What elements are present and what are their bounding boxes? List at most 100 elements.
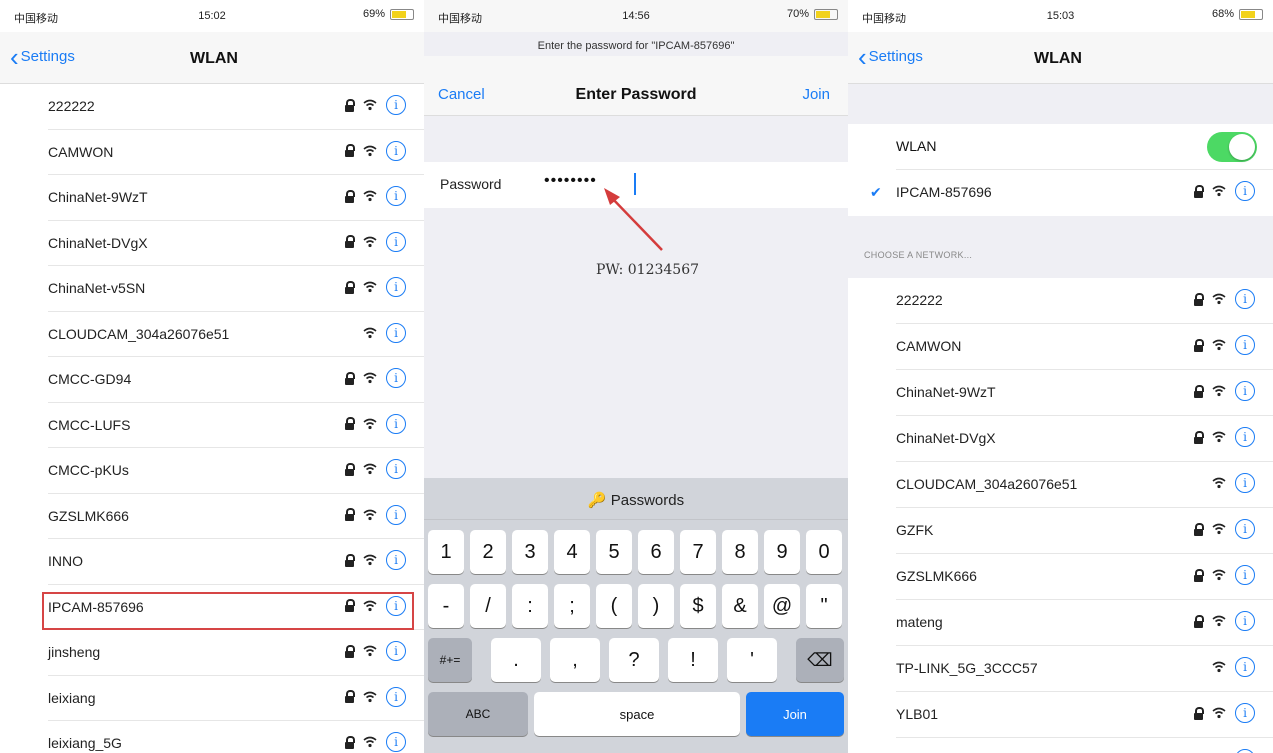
key-symbol[interactable]: & (722, 584, 758, 628)
network-row[interactable]: ChinaNet-v5SN i (0, 266, 424, 312)
wlan-toggle[interactable] (1207, 132, 1257, 162)
network-row[interactable]: GZSLMK666 i (0, 494, 424, 539)
network-row[interactable]: CMCC-GD94 i (0, 357, 424, 403)
network-row[interactable]: CLOUDCAM_304a26076e51 i (848, 462, 1273, 508)
info-icon[interactable]: i (386, 95, 406, 115)
network-row[interactable]: GZFK i (848, 508, 1273, 554)
network-row[interactable]: ZHTELi (848, 738, 1273, 753)
passwords-bar[interactable]: 🔑 Passwords (424, 478, 848, 520)
network-name: ChinaNet-9WzT (896, 384, 996, 400)
network-row[interactable]: CMCC-pKUs i (0, 448, 424, 494)
key-6[interactable]: 6 (638, 530, 674, 574)
network-row[interactable]: YLB01 i (848, 692, 1273, 738)
key-punctuation[interactable]: ! (668, 638, 718, 682)
info-icon[interactable]: i (386, 231, 406, 252)
key-punctuation[interactable]: ' (727, 638, 777, 682)
key-1[interactable]: 1 (428, 530, 464, 574)
info-icon[interactable]: i (1235, 565, 1255, 585)
info-icon[interactable]: i (1235, 657, 1255, 677)
key-8[interactable]: 8 (722, 530, 758, 574)
key-icon: 🔑 (587, 492, 607, 509)
info-icon[interactable]: i (1235, 381, 1255, 401)
info-icon[interactable]: i (386, 186, 406, 206)
back-button[interactable]: ‹ Settings (10, 44, 75, 70)
info-icon[interactable]: i (386, 504, 406, 525)
key-punctuation[interactable]: . (491, 638, 541, 682)
network-row[interactable]: jinsheng i (0, 630, 424, 676)
key-9[interactable]: 9 (764, 530, 800, 574)
key-symbol[interactable]: ) (638, 584, 674, 628)
info-icon[interactable]: i (386, 277, 406, 297)
network-row[interactable]: 222222 i (0, 84, 424, 130)
info-icon[interactable]: i (386, 641, 406, 661)
checkmark-icon: ✔ (870, 184, 882, 200)
key-punctuation[interactable]: , (550, 638, 600, 682)
network-row[interactable]: CMCC-LUFS i (0, 403, 424, 448)
network-row[interactable]: GZSLMK666 i (848, 554, 1273, 600)
info-icon[interactable]: i (386, 140, 406, 161)
network-name: ChinaNet-9WzT (48, 189, 148, 205)
info-icon[interactable]: i (386, 322, 406, 343)
navigation-bar: ‹ Settings WLAN (848, 32, 1273, 84)
info-icon[interactable]: i (386, 413, 406, 434)
key-5[interactable]: 5 (596, 530, 632, 574)
network-row[interactable]: ChinaNet-9WzT i (848, 370, 1273, 416)
network-row[interactable]: CLOUDCAM_304a26076e51 i (0, 312, 424, 357)
key-symbol[interactable]: ( (596, 584, 632, 628)
info-icon[interactable]: i (386, 686, 406, 707)
key-symbol[interactable]: @ (764, 584, 800, 628)
status-bar: 中国移动 15:02 69% (0, 0, 424, 32)
info-icon[interactable]: i (386, 732, 406, 752)
key-7[interactable]: 7 (680, 530, 716, 574)
password-annotation: PW: 01234567 (596, 262, 700, 278)
wifi-icon (1212, 661, 1226, 673)
key-symbol[interactable]: / (470, 584, 506, 628)
info-icon[interactable]: i (1235, 611, 1255, 631)
key-2[interactable]: 2 (470, 530, 506, 574)
key-symbol[interactable]: : (512, 584, 548, 628)
info-icon[interactable]: i (1235, 289, 1255, 309)
network-row[interactable]: mateng i (848, 600, 1273, 646)
key-4[interactable]: 4 (554, 530, 590, 574)
info-icon[interactable]: i (386, 368, 406, 388)
abc-key[interactable]: ABC (428, 692, 528, 736)
key-symbol[interactable]: - (428, 584, 464, 628)
info-icon[interactable]: i (386, 550, 406, 570)
network-row[interactable]: ChinaNet-DVgX i (0, 221, 424, 266)
symbols-mode-key[interactable]: #+= (428, 638, 472, 682)
info-icon[interactable]: i (386, 459, 406, 479)
network-name: CLOUDCAM_304a26076e51 (48, 325, 230, 342)
network-row[interactable]: CAMWON i (848, 324, 1273, 370)
back-button[interactable]: ‹ Settings (858, 41, 923, 72)
space-key[interactable]: space (534, 692, 740, 736)
network-row[interactable]: 222222 i (848, 278, 1273, 324)
network-name: mateng (896, 614, 943, 630)
info-icon[interactable]: i (1235, 473, 1255, 493)
network-row[interactable]: ChinaNet-DVgX i (848, 416, 1273, 462)
info-icon[interactable]: i (1235, 427, 1255, 447)
network-row[interactable]: INNO i (0, 539, 424, 585)
key-punctuation[interactable]: ? (609, 638, 659, 682)
connected-network-row[interactable]: ✔ IPCAM-857696 i (848, 170, 1273, 216)
wifi-icon (1212, 293, 1226, 305)
wifi-icon (363, 509, 377, 520)
info-icon[interactable]: i (1235, 749, 1255, 753)
chevron-left-icon: ‹ (858, 41, 867, 72)
key-symbol[interactable]: ; (554, 584, 590, 628)
info-icon[interactable]: i (1235, 519, 1255, 539)
key-symbol[interactable]: " (806, 584, 842, 628)
network-row[interactable]: leixiang i (0, 676, 424, 721)
info-icon[interactable]: i (1235, 335, 1255, 355)
section-spacer (848, 84, 1273, 124)
info-icon[interactable]: i (1235, 181, 1255, 201)
network-row[interactable]: ChinaNet-9WzT i (0, 175, 424, 221)
info-icon[interactable]: i (1235, 703, 1255, 723)
key-0[interactable]: 0 (806, 530, 842, 574)
delete-key[interactable]: ⌫ (796, 638, 844, 682)
key-symbol[interactable]: $ (680, 584, 716, 628)
network-row[interactable]: leixiang_5G i (0, 721, 424, 753)
network-row[interactable]: TP-LINK_5G_3CCC57 i (848, 646, 1273, 692)
key-3[interactable]: 3 (512, 530, 548, 574)
join-key[interactable]: Join (746, 692, 844, 736)
network-row[interactable]: CAMWON i (0, 130, 424, 175)
